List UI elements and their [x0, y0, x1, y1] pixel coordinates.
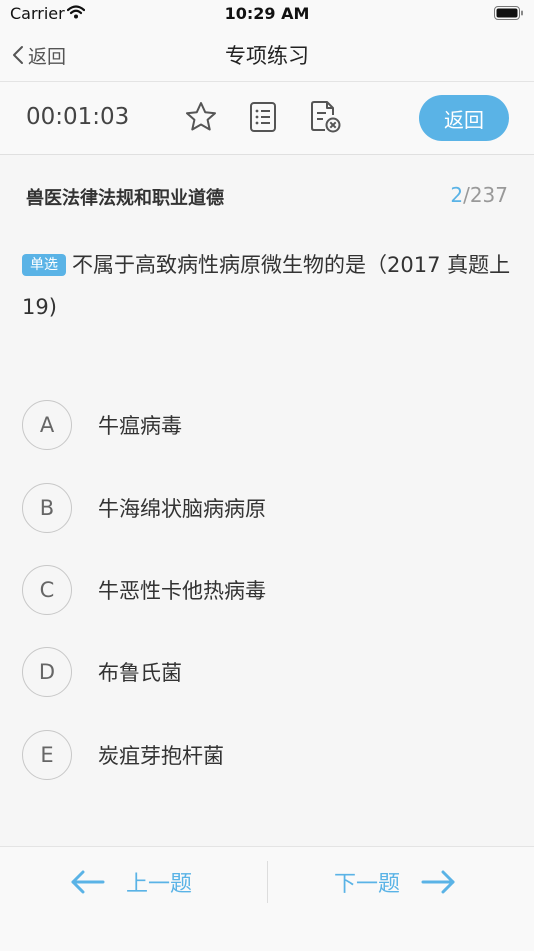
arrow-left-icon	[71, 870, 105, 894]
option-a[interactable]: A 牛瘟病毒	[22, 397, 512, 453]
footer-divider	[267, 861, 268, 903]
star-icon[interactable]	[184, 100, 218, 134]
option-letter: D	[22, 647, 72, 697]
next-question-label: 下一题	[334, 872, 401, 897]
question-progress: 2/237	[450, 183, 508, 207]
previous-question-label: 上一题	[126, 872, 193, 897]
question-text: 不属于高致病性病原微生物的是（2017 真题上 19)	[22, 253, 511, 319]
practice-toolbar: 00:01:03 返回	[0, 82, 534, 155]
battery-icon	[494, 6, 523, 20]
previous-question-button[interactable]: 上一题	[70, 861, 192, 903]
option-d[interactable]: D 布鲁氏菌	[22, 644, 512, 700]
option-text: 炭疽芽抱杆菌	[98, 744, 224, 768]
option-letter: B	[22, 483, 72, 533]
next-question-button[interactable]: 下一题	[334, 861, 456, 903]
question-navigation-bar: 上一题 下一题	[0, 846, 534, 951]
subject-title: 兽医法律法规和职业道德	[26, 188, 224, 209]
status-time: 10:29 AM	[224, 4, 310, 23]
option-text: 牛恶性卡他热病毒	[98, 579, 266, 603]
option-letter: C	[22, 565, 72, 615]
back-button[interactable]: 返回	[12, 42, 66, 68]
page-title: 专项练习	[225, 44, 309, 68]
elapsed-timer: 00:01:03	[26, 104, 130, 130]
option-letter: A	[22, 400, 72, 450]
current-question-number: 2	[450, 183, 464, 207]
status-bar: Carrier 10:29 AM	[0, 0, 534, 28]
chevron-left-icon	[13, 46, 23, 64]
option-c[interactable]: C 牛恶性卡他热病毒	[22, 562, 512, 618]
option-e[interactable]: E 炭疽芽抱杆菌	[22, 727, 512, 783]
option-text: 牛瘟病毒	[98, 414, 182, 438]
option-text: 牛海绵状脑病病原	[98, 497, 266, 521]
option-b[interactable]: B 牛海绵状脑病病原	[22, 480, 512, 536]
clear-answers-icon[interactable]	[308, 100, 342, 134]
total-question-count: /237	[463, 183, 508, 207]
return-button[interactable]: 返回	[419, 95, 509, 141]
option-letter: E	[22, 730, 72, 780]
question-type-badge: 单选	[22, 254, 66, 276]
question-stem: 单选 不属于高致病性病原微生物的是（2017 真题上 19)	[22, 244, 517, 328]
list-icon[interactable]	[246, 100, 280, 134]
back-label: 返回	[28, 45, 67, 68]
option-text: 布鲁氏菌	[98, 661, 182, 685]
arrow-right-icon	[421, 870, 455, 894]
navigation-bar: 返回 专项练习	[0, 28, 534, 82]
